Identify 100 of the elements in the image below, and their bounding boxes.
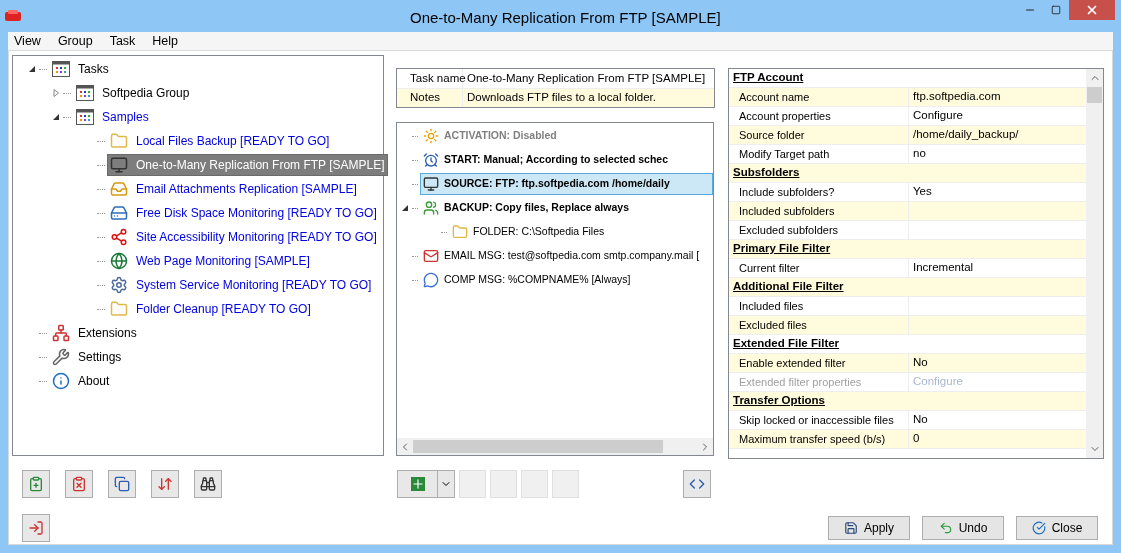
tools-icon bbox=[52, 348, 70, 366]
code-button[interactable] bbox=[683, 470, 711, 498]
collapse-arrow-icon[interactable] bbox=[401, 204, 409, 212]
monitor-icon bbox=[110, 156, 128, 174]
property-name: Modify Target path bbox=[729, 145, 909, 163]
arrows-button[interactable] bbox=[151, 470, 179, 498]
tree-item[interactable]: Folder Cleanup [READY TO GO] bbox=[136, 300, 311, 318]
binoculars-icon bbox=[200, 476, 216, 492]
info-icon bbox=[52, 372, 70, 390]
horizontal-scrollbar[interactable] bbox=[397, 438, 713, 455]
clipboard-delete-icon bbox=[71, 476, 87, 492]
tree-item[interactable]: System Service Monitoring [READY TO GO] bbox=[136, 276, 372, 294]
property-name: Excluded subfolders bbox=[729, 221, 909, 239]
people-icon bbox=[423, 200, 439, 216]
import-icon bbox=[28, 520, 44, 536]
close-icon bbox=[1085, 3, 1099, 17]
footer-button[interactable]: Close bbox=[1016, 516, 1098, 540]
section-header: FTP Account bbox=[732, 70, 804, 86]
import-button[interactable] bbox=[22, 514, 50, 542]
expand-arrow-icon[interactable] bbox=[52, 89, 60, 97]
copy-button[interactable] bbox=[108, 470, 136, 498]
property-name: Source folder bbox=[729, 126, 909, 144]
tree-item[interactable]: Web Page Monitoring [SAMPLE] bbox=[136, 252, 310, 270]
monitor-icon bbox=[423, 176, 439, 192]
vertical-scrollbar[interactable] bbox=[1086, 69, 1103, 458]
section-header: Primary File Filter bbox=[732, 241, 831, 257]
scroll-thumb[interactable] bbox=[1087, 87, 1102, 103]
clipboard-add-icon bbox=[28, 476, 44, 492]
undo-arrow-icon bbox=[938, 521, 953, 535]
code-icon bbox=[689, 476, 705, 492]
window-title: One-to-Many Replication From FTP [SAMPLE] bbox=[410, 8, 721, 28]
scroll-thumb[interactable] bbox=[413, 440, 663, 453]
section-header: Transfer Options bbox=[732, 393, 826, 409]
menu-item[interactable]: Task bbox=[109, 31, 136, 51]
menu-item[interactable]: View bbox=[14, 31, 41, 51]
property-name: Enable extended filter bbox=[729, 354, 909, 372]
section-header: Extended File Filter bbox=[732, 336, 840, 352]
collapse-arrow-icon[interactable] bbox=[52, 113, 60, 121]
alarm-clock-icon bbox=[423, 152, 439, 168]
hard-drive-icon bbox=[110, 204, 128, 222]
property-value[interactable]: /home/daily_backup/ bbox=[909, 126, 1019, 144]
inbox-icon bbox=[110, 180, 128, 198]
arrows-icon bbox=[157, 476, 173, 492]
app-logo-icon bbox=[4, 9, 22, 23]
sun-icon bbox=[423, 128, 439, 144]
speech-bubble-icon bbox=[423, 272, 439, 288]
footer-button[interactable]: Undo bbox=[922, 516, 1004, 540]
property-value[interactable]: No bbox=[909, 411, 928, 429]
property-name: Maximum transfer speed (b/s) bbox=[729, 430, 909, 448]
step-item[interactable]: COMP MSG: %COMPNAME% [Always] bbox=[444, 272, 631, 288]
property-value[interactable]: ftp.softpedia.com bbox=[909, 88, 1001, 106]
property-name: Current filter bbox=[729, 259, 909, 277]
property-value[interactable]: Yes bbox=[909, 183, 932, 201]
tree-item[interactable]: Free Disk Space Monitoring [READY TO GO] bbox=[136, 204, 377, 222]
step-item[interactable]: FOLDER: C:\Softpedia Files bbox=[473, 224, 605, 240]
tree-item[interactable]: Local Files Backup [READY TO GO] bbox=[136, 132, 330, 150]
tree-item[interactable]: Site Accessibility Monitoring [READY TO GO] bbox=[136, 228, 377, 246]
envelope-icon bbox=[423, 248, 439, 264]
clipboard-add-button[interactable] bbox=[22, 470, 50, 498]
tree-item[interactable]: About bbox=[78, 372, 110, 390]
tree-item[interactable]: Settings bbox=[78, 348, 122, 366]
tree-item[interactable]: Tasks bbox=[78, 60, 109, 78]
folder-icon bbox=[110, 300, 128, 318]
folder-icon bbox=[452, 224, 468, 240]
menu-item[interactable]: Help bbox=[152, 31, 179, 51]
property-name: Extended filter properties bbox=[729, 373, 909, 391]
property-name: Skip locked or inaccessible files bbox=[729, 411, 909, 429]
property-name: Include subfolders? bbox=[729, 183, 909, 201]
tree-item[interactable]: Email Attachments Replication [SAMPLE] bbox=[136, 180, 357, 198]
collapse-arrow-icon[interactable] bbox=[28, 65, 36, 73]
maximize-icon bbox=[1051, 5, 1061, 15]
step-item[interactable]: EMAIL MSG: test@softpedia.com smtp.company.mail [ bbox=[444, 248, 700, 264]
property-value[interactable]: Incremental bbox=[909, 259, 974, 277]
info-value[interactable]: Downloads FTP files to a local folder. bbox=[463, 89, 656, 107]
add-step-button[interactable] bbox=[397, 470, 455, 498]
footer-button[interactable]: Apply bbox=[828, 516, 910, 540]
property-name: Account properties bbox=[729, 107, 909, 125]
menu-item[interactable]: Group bbox=[57, 31, 93, 51]
network-icon bbox=[52, 324, 70, 342]
property-value[interactable]: no bbox=[909, 145, 926, 163]
step-item[interactable]: START: Manual; According to selected schec bbox=[444, 152, 669, 168]
step-item[interactable]: BACKUP: Copy files, Replace always bbox=[444, 200, 629, 216]
tree-item[interactable]: Samples bbox=[102, 108, 149, 126]
property-value[interactable]: Configure bbox=[909, 107, 963, 125]
clipboard-delete-button[interactable] bbox=[65, 470, 93, 498]
close-button[interactable] bbox=[1069, 0, 1115, 20]
calendar-grid-icon bbox=[76, 109, 94, 125]
property-value[interactable]: 0 bbox=[909, 430, 920, 448]
property-name: Included subfolders bbox=[729, 202, 909, 220]
copy-icon bbox=[114, 476, 130, 492]
save-icon bbox=[844, 521, 858, 535]
check-circle-icon bbox=[1031, 521, 1046, 535]
tree-item[interactable]: Softpedia Group bbox=[102, 84, 190, 102]
property-value[interactable]: No bbox=[909, 354, 928, 372]
gear-icon bbox=[110, 276, 128, 294]
binoculars-button[interactable] bbox=[194, 470, 222, 498]
tree-item[interactable]: Extensions bbox=[78, 324, 137, 342]
calendar-grid-icon bbox=[52, 61, 70, 77]
property-name: Included files bbox=[729, 297, 909, 315]
property-name: Excluded files bbox=[729, 316, 909, 334]
